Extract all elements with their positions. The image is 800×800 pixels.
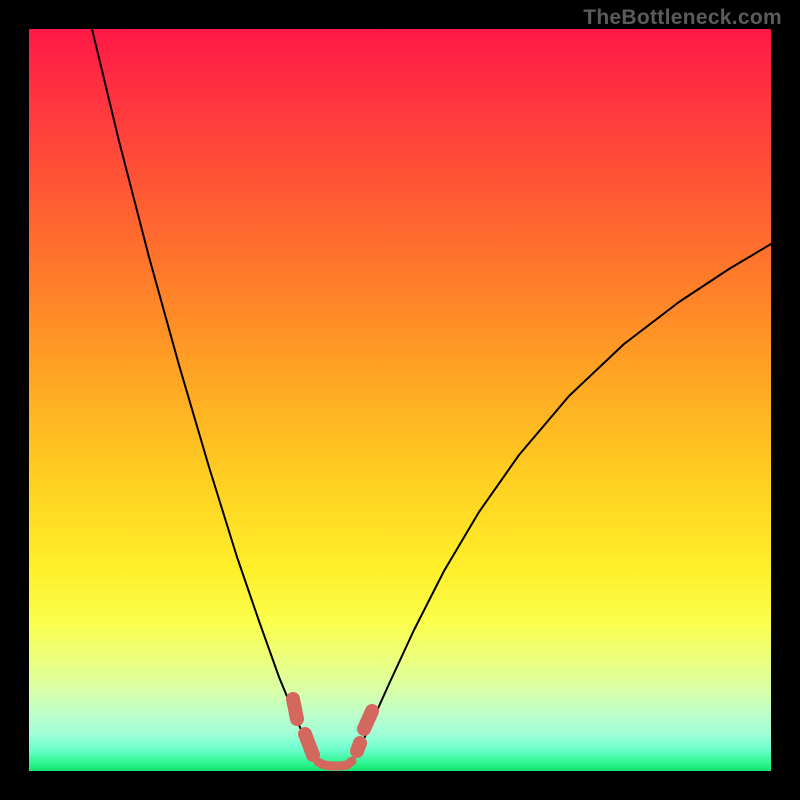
series-valley-floor bbox=[318, 761, 352, 766]
series-right-blob-top bbox=[364, 711, 372, 729]
series-right-blob-bottom bbox=[357, 743, 360, 751]
series-left-curve bbox=[92, 29, 318, 762]
series-left-blob-top bbox=[293, 699, 297, 719]
chart-svg bbox=[29, 29, 771, 771]
watermark-text: TheBottleneck.com bbox=[583, 6, 782, 30]
plot-area bbox=[29, 29, 771, 771]
series-right-curve bbox=[352, 244, 771, 761]
series-left-blob-bottom bbox=[305, 734, 313, 755]
chart-stage: TheBottleneck.com bbox=[0, 0, 800, 800]
